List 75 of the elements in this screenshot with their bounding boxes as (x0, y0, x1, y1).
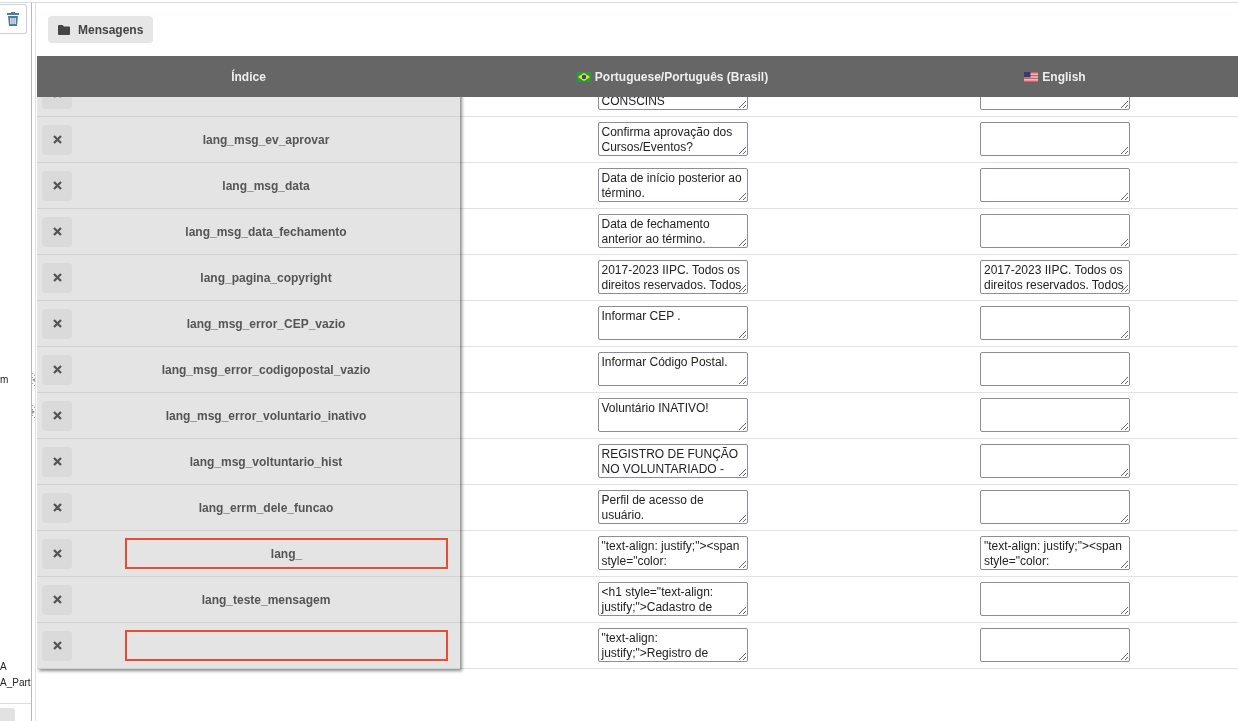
message-key: lang_msg_voltuntario_hist (72, 454, 460, 469)
sidebar-item[interactable]: m (0, 372, 9, 388)
portuguese-text-field[interactable]: Voluntário INATIVO! (597, 398, 748, 432)
english-text-field[interactable]: 2017-2023 IIPC. Todos os direitos reservados. Todos (980, 260, 1130, 294)
right-arrow-icon[interactable] (32, 405, 35, 419)
delete-button[interactable] (42, 354, 72, 385)
left-arrow-icon[interactable] (32, 373, 35, 387)
portuguese-text-field[interactable]: Perfil de acesso de usuário. (597, 490, 748, 524)
column-header: Índice (231, 69, 266, 84)
delete-button[interactable] (42, 492, 72, 523)
trash-icon (7, 12, 19, 26)
flag-icon (1024, 71, 1039, 82)
message-key: lang_errm_dele_funcao (72, 500, 460, 515)
cross-icon (52, 181, 62, 190)
message-key: lang_msg_data (72, 178, 460, 193)
portuguese-text-field[interactable]: Confirma aprovação dos Cursos/Eventos? (597, 122, 748, 156)
portuguese-text-field[interactable]: Informar Código Postal. (597, 352, 748, 386)
column-header: English (1042, 69, 1086, 84)
cross-icon (52, 549, 62, 558)
english-text-field[interactable]: "text-align: justify;"><span style="color: (980, 536, 1130, 570)
sidebar-item[interactable]: A_Part (0, 675, 31, 691)
delete-button[interactable] (42, 584, 72, 615)
delete-button[interactable] (42, 170, 72, 201)
message-key: lang_msg_ev_aprovar (72, 132, 460, 147)
message-key: lang_teste_mensagem (72, 592, 460, 607)
delete-button[interactable] (42, 216, 72, 247)
trash-button[interactable] (0, 4, 27, 34)
portuguese-text-field[interactable]: Data de fechamento anterior ao término. (597, 214, 748, 248)
delete-button[interactable] (42, 538, 72, 569)
portuguese-text-field[interactable]: Data de início posterior ao término. (597, 168, 748, 202)
portuguese-text-field[interactable]: "text-align: justify;">Registro de (597, 628, 748, 662)
key-input-field[interactable] (125, 630, 448, 661)
english-text-field[interactable] (980, 628, 1130, 662)
messages-button[interactable]: Mensagens (48, 16, 154, 43)
cross-icon (52, 319, 62, 328)
cross-icon (52, 135, 62, 144)
cross-icon (52, 227, 62, 236)
cross-icon (52, 365, 62, 374)
sidebar-item[interactable]: A (0, 659, 7, 675)
delete-button[interactable] (42, 446, 72, 477)
english-text-field[interactable] (980, 352, 1130, 386)
message-key: lang_msg_error_codigopostal_vazio (72, 362, 460, 377)
folder-icon (58, 24, 70, 35)
english-text-field[interactable] (980, 490, 1130, 524)
cross-icon (52, 457, 62, 466)
cross-icon (52, 273, 62, 282)
english-text-field[interactable] (980, 168, 1130, 202)
flag-icon (576, 71, 591, 82)
delete-button[interactable] (42, 400, 72, 431)
english-text-field[interactable] (980, 306, 1130, 340)
portuguese-text-field[interactable]: 2017-2023 IIPC. Todos os direitos reservados. Todos (597, 260, 748, 294)
portuguese-text-field[interactable]: "text-align: justify;"><span style="color: (597, 536, 748, 570)
cross-icon (52, 411, 62, 420)
delete-button[interactable] (42, 262, 72, 293)
delete-button[interactable] (42, 308, 72, 339)
column-header: Portuguese/Português (Brasil) (594, 69, 769, 84)
cross-icon (52, 641, 62, 650)
key-input-field[interactable]: lang_ (125, 538, 448, 569)
delete-button[interactable] (42, 630, 72, 661)
delete-button[interactable] (42, 124, 72, 155)
message-key: lang_msg_error_voluntario_inativo (72, 408, 460, 423)
portuguese-text-field[interactable]: REGISTRO DE FUNÇÃO NO VOLUNTARIADO - (597, 444, 748, 478)
portuguese-text-field[interactable]: <h1 style="text-align: justify;">Cadastro de (597, 582, 748, 616)
message-key: lang_msg_data_fechamento (72, 224, 460, 239)
message-key: lang_pagina_copyright (72, 270, 460, 285)
english-text-field[interactable] (980, 398, 1130, 432)
message-key: lang_msg_error_CEP_vazio (72, 316, 460, 331)
english-text-field[interactable] (980, 214, 1130, 248)
english-text-field[interactable] (980, 122, 1130, 156)
english-text-field[interactable] (980, 582, 1130, 616)
portuguese-text-field[interactable]: CONSCINS (597, 97, 748, 110)
portuguese-text-field[interactable]: Informar CEP . (597, 306, 748, 340)
cross-icon (52, 595, 62, 604)
cross-icon (52, 503, 62, 512)
english-text-field[interactable] (980, 444, 1130, 478)
